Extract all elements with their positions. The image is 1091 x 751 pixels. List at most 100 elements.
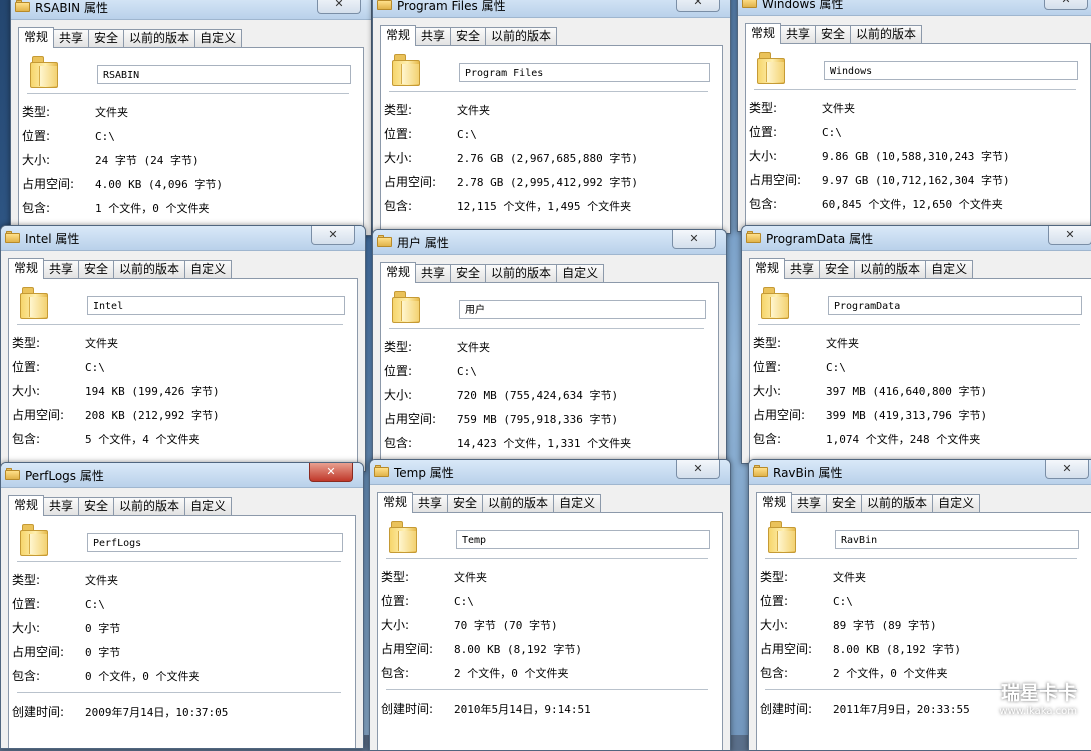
tab-security[interactable]: 安全: [78, 260, 115, 278]
tab-sharing[interactable]: 共享: [415, 264, 452, 282]
location-row: 位置: C:\: [749, 124, 842, 140]
tab-general[interactable]: 常规: [8, 258, 45, 279]
contains-row-label: 包含:: [381, 666, 410, 680]
folder-name-field[interactable]: RSABIN: [97, 65, 351, 84]
tab-sharing[interactable]: 共享: [43, 260, 80, 278]
location-row: 位置: C:\: [753, 359, 846, 375]
size-row-value: 9.86 GB (10,588,310,243 字节): [822, 150, 1010, 163]
title-bar[interactable]: PerfLogs 属性 ✕: [1, 463, 363, 488]
tab-general[interactable]: 常规: [380, 262, 417, 283]
close-button[interactable]: ✕: [1044, 0, 1088, 10]
folder-name-field[interactable]: RavBin: [835, 530, 1079, 549]
created-row: 创建时间: 2010年5月14日，9:14:51: [381, 701, 591, 717]
tab-general[interactable]: 常规: [756, 492, 793, 513]
properties-window-perflogs[interactable]: PerfLogs 属性 ✕ 常规 共享 安全 以前的版本 自定义 PerfLogs 类型: 文件夹…: [0, 462, 364, 749]
close-button[interactable]: ✕: [317, 0, 361, 14]
size-row-label: 大小:: [22, 153, 51, 167]
close-button[interactable]: ✕: [676, 0, 720, 12]
disk-usage-row-value: 2.78 GB (2,995,412,992 字节): [457, 176, 638, 189]
tab-security[interactable]: 安全: [815, 25, 852, 43]
tab-customize[interactable]: 自定义: [194, 29, 243, 47]
tab-general[interactable]: 常规: [18, 27, 55, 48]
tab-sharing[interactable]: 共享: [43, 497, 80, 515]
large-folder-icon: [389, 521, 417, 553]
close-button[interactable]: ✕: [1048, 226, 1091, 245]
tab-sharing[interactable]: 共享: [415, 27, 452, 45]
folder-name-field[interactable]: Temp: [456, 530, 710, 549]
tab-sharing[interactable]: 共享: [791, 494, 828, 512]
close-button[interactable]: ✕: [672, 230, 716, 249]
close-button[interactable]: ✕: [676, 460, 720, 479]
tab-previous-versions[interactable]: 以前的版本: [113, 260, 186, 278]
tab-general[interactable]: 常规: [380, 25, 417, 46]
properties-window-intel[interactable]: Intel 属性 ✕ 常规 共享 安全 以前的版本 自定义 Intel 类型: 文件夹 位置: C:\…: [0, 225, 366, 472]
properties-window-program-files[interactable]: Program Files 属性 ✕ 常规 共享 安全 以前的版本 Program File…: [372, 0, 731, 234]
tab-security[interactable]: 安全: [450, 264, 487, 282]
tab-general[interactable]: 常规: [8, 495, 45, 516]
tab-customize[interactable]: 自定义: [184, 260, 233, 278]
title-bar[interactable]: Temp 属性 ✕: [370, 460, 730, 485]
tab-previous-versions[interactable]: 以前的版本: [123, 29, 196, 47]
properties-window-rsabin[interactable]: RSABIN 属性 ✕ 常规 共享 安全 以前的版本 自定义 RSABIN 类型: 文件夹 位置: C…: [10, 0, 372, 236]
folder-name-field[interactable]: Program Files: [459, 63, 710, 82]
properties-window-temp[interactable]: Temp 属性 ✕ 常规 共享 安全 以前的版本 自定义 Temp 类型: 文件夹 位置: C:\ 大小…: [369, 459, 731, 751]
tab-previous-versions[interactable]: 以前的版本: [485, 264, 558, 282]
tab-general[interactable]: 常规: [749, 258, 786, 279]
tab-previous-versions[interactable]: 以前的版本: [854, 260, 927, 278]
dialog-body: 常规 共享 安全 以前的版本 自定义 ProgramData 类型: 文件夹 位置: C:\ 大小:…: [742, 250, 1091, 463]
tab-sharing[interactable]: 共享: [784, 260, 821, 278]
general-tab-panel: Windows 类型: 文件夹 位置: C:\ 大小: 9.86 GB (10,588,31…: [745, 43, 1091, 231]
watermark: 瑞星卡卡 www.ikaka.com: [957, 681, 1077, 733]
tab-customize[interactable]: 自定义: [556, 264, 605, 282]
tab-customize[interactable]: 自定义: [925, 260, 974, 278]
title-bar[interactable]: 用户 属性 ✕: [373, 230, 726, 255]
type-row-value: 文件夹: [833, 571, 866, 584]
tab-security[interactable]: 安全: [78, 497, 115, 515]
contains-row-label: 包含:: [384, 199, 413, 213]
type-row: 类型: 文件夹: [749, 100, 855, 116]
tab-previous-versions[interactable]: 以前的版本: [485, 27, 558, 45]
close-button[interactable]: ✕: [1045, 460, 1089, 479]
tab-previous-versions[interactable]: 以前的版本: [861, 494, 934, 512]
tab-general[interactable]: 常规: [377, 492, 414, 513]
title-bar[interactable]: Windows 属性 ✕: [738, 0, 1091, 16]
tab-security[interactable]: 安全: [450, 27, 487, 45]
size-row-value: 720 MB (755,424,634 字节): [457, 389, 619, 402]
title-bar[interactable]: ProgramData 属性 ✕: [742, 226, 1091, 251]
close-button[interactable]: ✕: [311, 226, 355, 245]
tab-customize[interactable]: 自定义: [184, 497, 233, 515]
tab-sharing[interactable]: 共享: [412, 494, 449, 512]
folder-name-field[interactable]: PerfLogs: [87, 533, 343, 552]
tab-security[interactable]: 安全: [819, 260, 856, 278]
tab-previous-versions[interactable]: 以前的版本: [482, 494, 555, 512]
close-button[interactable]: ✕: [309, 463, 353, 482]
title-bar[interactable]: Program Files 属性 ✕: [373, 0, 730, 18]
tab-security[interactable]: 安全: [826, 494, 863, 512]
tab-security[interactable]: 安全: [88, 29, 125, 47]
type-row: 类型: 文件夹: [22, 104, 128, 120]
title-bar[interactable]: RSABIN 属性 ✕: [11, 0, 371, 20]
window-title: Windows 属性: [762, 0, 844, 11]
folder-name-field[interactable]: ProgramData: [828, 296, 1082, 315]
tab-customize[interactable]: 自定义: [553, 494, 602, 512]
tab-sharing[interactable]: 共享: [780, 25, 817, 43]
contains-row-value: 1 个文件，0 个文件夹: [95, 202, 210, 215]
disk-usage-row-value: 208 KB (212,992 字节): [85, 409, 220, 422]
folder-name-field[interactable]: Intel: [87, 296, 345, 315]
tab-previous-versions[interactable]: 以前的版本: [113, 497, 186, 515]
large-folder-icon: [392, 54, 420, 86]
tab-general[interactable]: 常规: [745, 23, 782, 44]
tab-sharing[interactable]: 共享: [53, 29, 90, 47]
properties-window-windows[interactable]: Windows 属性 ✕ 常规共享安全以前的版本 Windows 类型: 文件夹位置: C:…: [737, 0, 1091, 232]
tab-previous-versions[interactable]: 以前的版本: [850, 25, 923, 43]
properties-window-programdata[interactable]: ProgramData 属性 ✕ 常规 共享 安全 以前的版本 自定义 ProgramData…: [741, 225, 1091, 464]
size-row-label: 大小:: [753, 384, 782, 398]
folder-name-field[interactable]: 用户: [459, 300, 706, 319]
tab-security[interactable]: 安全: [447, 494, 484, 512]
folder-name-field[interactable]: Windows: [824, 61, 1078, 80]
properties-window-users[interactable]: 用户 属性 ✕ 常规 共享 安全 以前的版本 自定义 用户 类型: 文件夹 位置: C:\ 大小: 720…: [372, 229, 727, 466]
contains-row-value: 1,074 个文件，248 个文件夹: [826, 433, 981, 446]
title-bar[interactable]: RavBin 属性 ✕: [749, 460, 1091, 485]
title-bar[interactable]: Intel 属性 ✕: [1, 226, 365, 251]
tab-customize[interactable]: 自定义: [932, 494, 981, 512]
